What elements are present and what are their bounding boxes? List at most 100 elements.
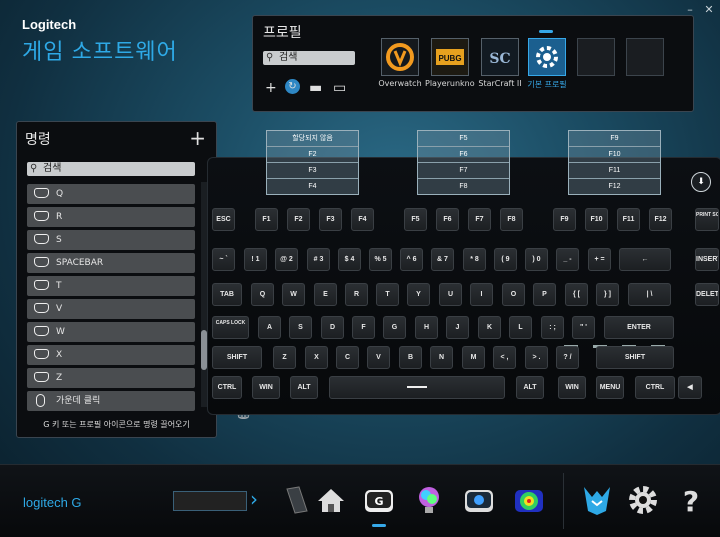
keyboard-key[interactable]: > . xyxy=(525,346,548,369)
keyboard-key[interactable]: DELETE xyxy=(695,283,719,306)
assignment-slot[interactable]: F5 xyxy=(418,131,509,147)
keyboard-key[interactable]: V xyxy=(367,346,390,369)
starcraft-icon[interactable]: SC xyxy=(481,38,519,76)
scan-profile-icon[interactable]: ↻ xyxy=(285,79,300,94)
help-icon[interactable]: ? xyxy=(672,481,710,519)
profile-search-input[interactable]: ⚲ 검색 xyxy=(263,51,355,65)
keyboard-key[interactable]: INSERT xyxy=(695,248,719,271)
command-item[interactable]: R xyxy=(27,207,195,227)
keyboard-key[interactable]: W xyxy=(282,283,305,306)
command-item[interactable]: V xyxy=(27,299,195,319)
keyboard-key[interactable]: ) 0 xyxy=(525,248,548,271)
keyboard-key[interactable]: ← xyxy=(619,248,671,271)
folder-icon[interactable]: ▬ xyxy=(309,80,322,96)
keyboard-key[interactable]: K xyxy=(478,316,501,339)
keyboard-key[interactable]: WIN xyxy=(252,376,280,399)
keyboard-key[interactable]: E xyxy=(314,283,337,306)
keyboard-key[interactable]: J xyxy=(446,316,469,339)
keyboard-key[interactable]: ESC xyxy=(212,208,235,231)
keyboard-key[interactable]: ◀ xyxy=(678,376,702,399)
gear-profile-icon[interactable] xyxy=(528,38,566,76)
assignment-slot[interactable]: F7 xyxy=(418,163,509,179)
add-profile-icon[interactable]: + xyxy=(265,80,277,96)
keyboard-key[interactable]: ! 1 xyxy=(244,248,267,271)
assignment-slot[interactable]: F3 xyxy=(267,163,358,179)
keyboard-key[interactable]: G xyxy=(383,316,406,339)
assignment-slot[interactable]: F8 xyxy=(418,179,509,194)
command-item[interactable]: X xyxy=(27,345,195,365)
keyboard-key[interactable]: @ 2 xyxy=(275,248,298,271)
arx-icon[interactable] xyxy=(578,481,616,519)
keyboard-key[interactable]: L xyxy=(509,316,532,339)
keyboard-key[interactable]: & 7 xyxy=(431,248,454,271)
keyboard-key[interactable]: U xyxy=(439,283,462,306)
keyboard-key[interactable]: O xyxy=(502,283,525,306)
keyboard-key[interactable]: F8 xyxy=(500,208,523,231)
assignment-slot[interactable]: F2 xyxy=(267,147,358,163)
keyboard-key[interactable]: D xyxy=(321,316,344,339)
keyboard-key[interactable]: CAPS LOCK xyxy=(212,316,249,339)
keyboard-key[interactable]: N xyxy=(430,346,453,369)
keyboard-key[interactable]: TAB xyxy=(212,283,242,306)
keyboard-key[interactable]: B xyxy=(399,346,422,369)
keyboard-key[interactable]: : ; xyxy=(541,316,564,339)
keyboard-key[interactable]: T xyxy=(376,283,399,306)
empty-profile-slot[interactable] xyxy=(626,38,664,76)
arrow-down-icon[interactable]: ⬇ xyxy=(691,172,711,192)
assignment-slot[interactable]: F4 xyxy=(267,179,358,194)
keyboard-key[interactable]: F10 xyxy=(585,208,608,231)
keyboard-key[interactable]: R xyxy=(345,283,368,306)
keyboard-key[interactable]: } ] xyxy=(596,283,619,306)
close-icon[interactable]: ✕ xyxy=(703,4,715,16)
command-item[interactable]: W xyxy=(27,322,195,342)
keyboard-key[interactable]: A xyxy=(258,316,281,339)
keyboard-key[interactable]: + = xyxy=(588,248,611,271)
keyboard-key[interactable]: F3 xyxy=(319,208,342,231)
command-search-input[interactable]: ⚲ 검색 xyxy=(27,162,195,176)
keyboard-key[interactable]: # 3 xyxy=(307,248,330,271)
keyboard-key[interactable]: CTRL xyxy=(212,376,242,399)
keyboard-key[interactable]: F1 xyxy=(255,208,278,231)
keyboard-key[interactable]: Z xyxy=(273,346,296,369)
keyboard-key[interactable]: CTRL xyxy=(635,376,675,399)
keyboard-key[interactable]: F6 xyxy=(436,208,459,231)
keyboard-key[interactable]: Y xyxy=(407,283,430,306)
heatmap-icon[interactable] xyxy=(510,481,548,519)
command-item[interactable]: 가운데 클릭 xyxy=(27,391,195,411)
settings-icon[interactable] xyxy=(624,481,662,519)
keyboard-key[interactable]: M xyxy=(462,346,485,369)
command-item[interactable]: T xyxy=(27,276,195,296)
pubg-icon[interactable]: PUBG xyxy=(431,38,469,76)
keyboard-key[interactable]: H xyxy=(415,316,438,339)
assignment-slot[interactable]: F12 xyxy=(569,179,660,194)
keyboard-key[interactable]: PRINT SCREEN SYSRQ xyxy=(695,208,719,231)
keyboard-key[interactable]: " ' xyxy=(572,316,595,339)
keyboard-key[interactable]: % 5 xyxy=(369,248,392,271)
keyboard-key[interactable]: F2 xyxy=(287,208,310,231)
keyboard-key[interactable]: F11 xyxy=(617,208,640,231)
keyboard-key[interactable]: F5 xyxy=(404,208,427,231)
g-key-icon[interactable]: G xyxy=(360,481,398,519)
keyboard-key[interactable]: ( 9 xyxy=(494,248,517,271)
assignment-slot[interactable]: F11 xyxy=(569,163,660,179)
keyboard-key[interactable]: S xyxy=(289,316,312,339)
keyboard-key[interactable]: F xyxy=(352,316,375,339)
printer-icon[interactable]: ▭ xyxy=(333,80,346,96)
chevron-right-icon[interactable]: › xyxy=(250,487,258,511)
keyboard-key[interactable]: ? / xyxy=(556,346,579,369)
keyboard-key[interactable]: MENU xyxy=(596,376,624,399)
keyboard-key[interactable]: ~ ` xyxy=(212,248,235,271)
keyboard-key[interactable]: SHIFT xyxy=(212,346,262,369)
home-icon[interactable] xyxy=(312,481,350,519)
keyboard-key[interactable]: C xyxy=(336,346,359,369)
assignment-slot[interactable]: 할당되지 않음 xyxy=(267,131,358,147)
command-item[interactable]: SPACEBAR xyxy=(27,253,195,273)
keyboard-key[interactable]: $ 4 xyxy=(338,248,361,271)
command-item[interactable]: S xyxy=(27,230,195,250)
keyboard-key[interactable]: Q xyxy=(251,283,274,306)
keyboard-key[interactable]: ENTER xyxy=(604,316,674,339)
keyboard-key[interactable]: _ - xyxy=(556,248,579,271)
keyboard-key[interactable]: ALT xyxy=(516,376,544,399)
keyboard-key[interactable]: < , xyxy=(493,346,516,369)
keyboard-key[interactable]: P xyxy=(533,283,556,306)
